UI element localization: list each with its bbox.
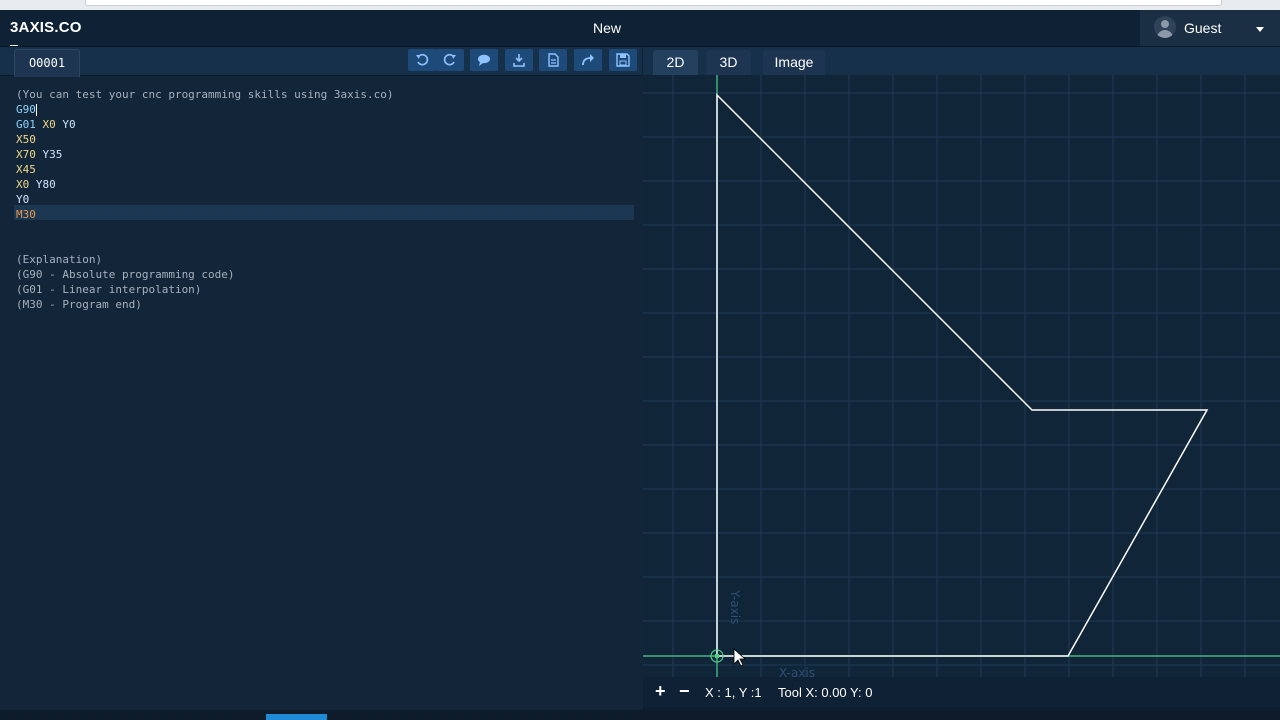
share-button[interactable] <box>574 49 602 71</box>
code-line-6: X45 <box>16 163 36 176</box>
code-line-15: (M30 - Program end) <box>16 298 142 311</box>
save-button[interactable] <box>609 49 637 71</box>
editor-header: O0001 <box>0 47 642 77</box>
code-line-12: (Explanation) <box>16 253 103 266</box>
comment-button[interactable] <box>470 49 498 71</box>
mouse-pointer-icon <box>733 648 747 667</box>
code-line-1: (You can test your cnc programming skill… <box>16 88 394 101</box>
browser-address-strip <box>0 0 1280 10</box>
toolpath-canvas[interactable]: Y-axis X-axis <box>643 75 1280 697</box>
brand-underline <box>10 45 18 46</box>
code-token: X70 <box>16 148 36 161</box>
progress-indicator <box>266 714 327 720</box>
code-token: G01 <box>16 118 36 131</box>
comment-icon <box>478 54 490 66</box>
undo-button[interactable] <box>408 49 436 71</box>
zoom-out-button[interactable]: − <box>679 681 690 702</box>
bottom-strip <box>0 710 1280 720</box>
code-line-14: (G01 - Linear interpolation) <box>16 283 202 296</box>
axes: Y-axis X-axis <box>643 75 1280 697</box>
save-icon <box>616 53 630 67</box>
code-token: G90 <box>16 103 36 116</box>
editor-panel: O0001 (You can test your cnc programming… <box>0 47 642 720</box>
code-line-3: G01 X0 Y0 <box>16 117 76 132</box>
cursor-coordinates: X : 1, Y :1 <box>705 685 762 700</box>
brand-logo[interactable]: 3AXIS.CO <box>10 19 82 36</box>
code-token: X0 <box>16 178 30 191</box>
undo-icon <box>416 53 429 66</box>
editor-toolbar <box>408 49 638 71</box>
user-name: Guest <box>1184 20 1222 36</box>
top-navbar: 3AXIS.CO New Guest <box>0 10 1280 47</box>
tab-2d[interactable]: 2D <box>653 50 698 75</box>
code-line-2: G90 <box>16 102 37 117</box>
share-icon <box>582 54 594 66</box>
address-bar[interactable] <box>85 0 1222 6</box>
viewer-statusbar: + − X : 1, Y :1 Tool X: 0.00 Y: 0 <box>643 677 1280 707</box>
toolpath-svg: Y-axis X-axis <box>643 75 1280 697</box>
code-token: X0 <box>42 118 56 131</box>
tab-file[interactable]: O0001 <box>14 49 80 77</box>
code-token: Y35 <box>42 148 63 161</box>
redo-icon <box>443 53 456 66</box>
user-menu[interactable]: Guest <box>1140 10 1280 46</box>
tool-position: Tool X: 0.00 Y: 0 <box>778 685 873 700</box>
code-line-8: Y0 <box>16 193 30 206</box>
code-line-13: (G90 - Absolute programming code) <box>16 268 235 281</box>
code-token: Y80 <box>35 178 56 191</box>
code-line-5: X70 Y35 <box>16 147 62 162</box>
toolpath-line <box>716 93 1209 657</box>
viewer-panel: 2D 3D Image Y-axis X-axis + − X: 1, Y:… <box>643 47 1280 720</box>
code-line-4: X50 <box>16 133 36 146</box>
tab-image[interactable]: Image <box>763 50 825 75</box>
code-token: Y0 <box>62 118 76 131</box>
code-line-7: X0 Y80 <box>16 177 56 192</box>
chevron-down-icon <box>1256 27 1264 32</box>
new-file-button[interactable] <box>539 49 567 71</box>
download-icon <box>513 54 525 67</box>
zoom-in-button[interactable]: + <box>655 681 666 702</box>
tab-3d[interactable]: 3D <box>706 50 751 75</box>
user-avatar-icon <box>1154 16 1176 38</box>
redo-button[interactable] <box>436 49 464 71</box>
viewer-tabs: 2D 3D Image <box>643 47 1280 75</box>
active-line-highlight <box>14 205 634 220</box>
document-title: New <box>592 20 621 36</box>
y-axis-label: Y-axis <box>728 589 742 624</box>
text-cursor <box>35 104 37 116</box>
code-line-9: M30 <box>16 208 36 221</box>
file-icon <box>548 53 559 67</box>
download-button[interactable] <box>505 49 533 71</box>
